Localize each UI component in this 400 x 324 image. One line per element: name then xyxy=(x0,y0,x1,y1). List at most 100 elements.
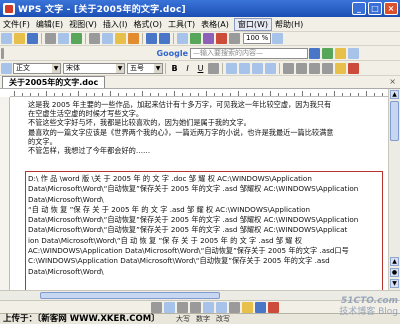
menu-view[interactable]: 视图(V) xyxy=(66,19,100,30)
redo-icon[interactable] xyxy=(159,33,170,44)
zoom-select[interactable]: 100 % xyxy=(243,33,272,44)
drawing-icon[interactable] xyxy=(216,33,227,44)
align-center-icon[interactable] xyxy=(239,62,250,74)
toolbar-separator xyxy=(165,62,166,74)
search-icon[interactable] xyxy=(309,47,320,59)
scroll-thumb[interactable] xyxy=(40,292,220,299)
paste-icon[interactable] xyxy=(115,33,126,44)
search-options-icon[interactable] xyxy=(322,47,333,59)
columns-icon[interactable] xyxy=(203,33,214,44)
close-icon[interactable]: × xyxy=(384,2,398,15)
intro-paragraph[interactable]: 这是我 2005 年主要的一些作品，加起来估计有十多万字，可见我这一年比较空虚，… xyxy=(28,100,384,155)
toolbar-separator xyxy=(279,62,280,74)
italic-button[interactable]: I xyxy=(182,63,193,74)
align-right-icon[interactable] xyxy=(252,62,263,74)
text-line: 最喜欢的一篇文字应该是《世界两个我的心》，一篇近两万字的小说，也许是我最近一篇比… xyxy=(28,127,334,137)
scroll-thumb[interactable] xyxy=(390,101,399,141)
autoshapes-icon[interactable] xyxy=(164,301,175,313)
font-color-icon[interactable] xyxy=(208,62,219,74)
show-marks-icon[interactable] xyxy=(229,33,240,44)
textbox-icon[interactable] xyxy=(229,301,240,313)
text-line: Data\Microsoft\Word\ xyxy=(28,266,104,276)
numbering-icon[interactable] xyxy=(283,62,294,74)
settings-icon[interactable] xyxy=(348,47,359,59)
select-pointer-icon[interactable] xyxy=(151,301,162,313)
style-select[interactable]: 正文 ▼ xyxy=(13,62,61,74)
menu-format[interactable]: 格式(O) xyxy=(130,19,165,30)
justify-icon[interactable] xyxy=(265,62,276,74)
font-color-icon[interactable] xyxy=(268,301,279,313)
minimize-icon[interactable]: _ xyxy=(352,2,366,15)
text-line: 不管怎样，我想过了今年都会好的…… xyxy=(28,146,151,156)
rectangle-icon[interactable] xyxy=(203,301,214,313)
menu-help[interactable]: 帮助(H) xyxy=(272,19,306,30)
path-paragraph[interactable]: D:\ 作 品 \word 版 \关 于 2005 年 的 文 字 .doc 邹… xyxy=(28,174,380,277)
format-painter-icon[interactable] xyxy=(128,33,139,44)
tab-document[interactable]: 关于2005年的文字.doc xyxy=(2,76,106,88)
menu-window[interactable]: 窗口(W) xyxy=(233,17,273,31)
select-browse-icon[interactable]: ● xyxy=(390,268,399,277)
vertical-scrollbar[interactable]: ▲ ▲ ● ▼ xyxy=(388,89,400,290)
underline-button[interactable]: U xyxy=(195,63,206,74)
increase-indent-icon[interactable] xyxy=(322,62,333,74)
line-icon[interactable] xyxy=(177,301,188,313)
oval-icon[interactable] xyxy=(216,301,227,313)
chevron-down-icon[interactable]: ▼ xyxy=(52,63,60,73)
copy-icon[interactable] xyxy=(102,33,113,44)
search-input[interactable]: —输入要搜索的内容— xyxy=(190,47,308,59)
font-size-select[interactable]: 五号 ▼ xyxy=(127,62,163,74)
save-icon[interactable] xyxy=(27,33,38,44)
text-line: AC:\WINDOWS\Application Data\Microsoft\W… xyxy=(28,246,349,256)
menu-edit[interactable]: 编辑(E) xyxy=(33,19,66,30)
bold-button[interactable]: B xyxy=(169,63,180,74)
highlight-color-icon[interactable] xyxy=(335,62,346,74)
chevron-down-icon[interactable]: ▼ xyxy=(116,63,124,73)
menu-file[interactable]: 文件(F) xyxy=(0,19,33,30)
highlighted-text-box[interactable]: D:\ 作 品 \word 版 \关 于 2005 年 的 文 字 .doc 邹… xyxy=(25,171,383,290)
chevron-down-icon[interactable]: ▼ xyxy=(154,63,162,73)
overwrite-indicator: 改写 xyxy=(216,315,230,323)
prev-page-icon[interactable]: ▲ xyxy=(390,257,399,266)
highlight-icon[interactable] xyxy=(335,47,346,59)
undo-icon[interactable] xyxy=(146,33,157,44)
wps-app-icon[interactable] xyxy=(3,2,15,15)
next-page-icon[interactable]: ▼ xyxy=(390,279,399,288)
cut-icon[interactable] xyxy=(89,33,100,44)
insert-picture-icon[interactable] xyxy=(190,33,201,44)
document-page[interactable]: 这是我 2005 年主要的一些作品，加起来估计有十多万字，可见我这一年比较空虚，… xyxy=(11,97,388,290)
fill-color-icon[interactable] xyxy=(242,301,253,313)
search-toolbar: Google —输入要搜索的内容— xyxy=(0,46,400,61)
text-line: 这是我 2005 年主要的一些作品，加起来估计有十多万字，可见我这一年比较空虚，… xyxy=(28,100,332,109)
decrease-indent-icon[interactable] xyxy=(309,62,320,74)
title-bar: WPS 文字 - [关于2005年的文字.doc] _ □ × xyxy=(0,0,400,17)
window-title: WPS 文字 - [关于2005年的文字.doc] xyxy=(18,5,186,15)
vertical-ruler[interactable] xyxy=(0,97,10,290)
text-line: 不管这些文字好与坏，我都是比较喜欢的，因为她们是属于我的文字。 xyxy=(28,118,251,128)
menu-bar: 文件(F) 编辑(E) 视图(V) 插入(I) 格式(O) 工具(T) 表格(A… xyxy=(0,17,400,32)
menu-insert[interactable]: 插入(I) xyxy=(100,19,131,30)
scroll-up-icon[interactable]: ▲ xyxy=(390,90,399,99)
insert-table-icon[interactable] xyxy=(177,33,188,44)
close-document-icon[interactable]: × xyxy=(389,77,396,86)
open-folder-icon[interactable] xyxy=(14,33,25,44)
google-logo: Google xyxy=(156,48,188,58)
google-search-bar: Google —输入要搜索的内容— xyxy=(156,47,360,59)
help-icon[interactable] xyxy=(272,33,284,44)
horizontal-ruler[interactable] xyxy=(10,89,388,97)
bullets-icon[interactable] xyxy=(296,62,307,74)
styles-pane-icon[interactable] xyxy=(1,62,12,74)
spellcheck-icon[interactable] xyxy=(71,33,82,44)
text-color-icon[interactable] xyxy=(348,62,359,74)
font-select[interactable]: 宋体 ▼ xyxy=(63,62,125,74)
new-document-icon[interactable] xyxy=(1,33,12,44)
print-icon[interactable] xyxy=(45,33,56,44)
toolbar-separator xyxy=(85,33,86,44)
align-left-icon[interactable] xyxy=(226,62,237,74)
menu-tools[interactable]: 工具(T) xyxy=(165,19,198,30)
menu-table[interactable]: 表格(A) xyxy=(198,19,232,30)
line-color-icon[interactable] xyxy=(255,301,266,313)
arrow-icon[interactable] xyxy=(190,301,201,313)
maximize-icon[interactable]: □ xyxy=(368,2,382,15)
toolbar-separator xyxy=(41,33,42,44)
print-preview-icon[interactable] xyxy=(58,33,69,44)
